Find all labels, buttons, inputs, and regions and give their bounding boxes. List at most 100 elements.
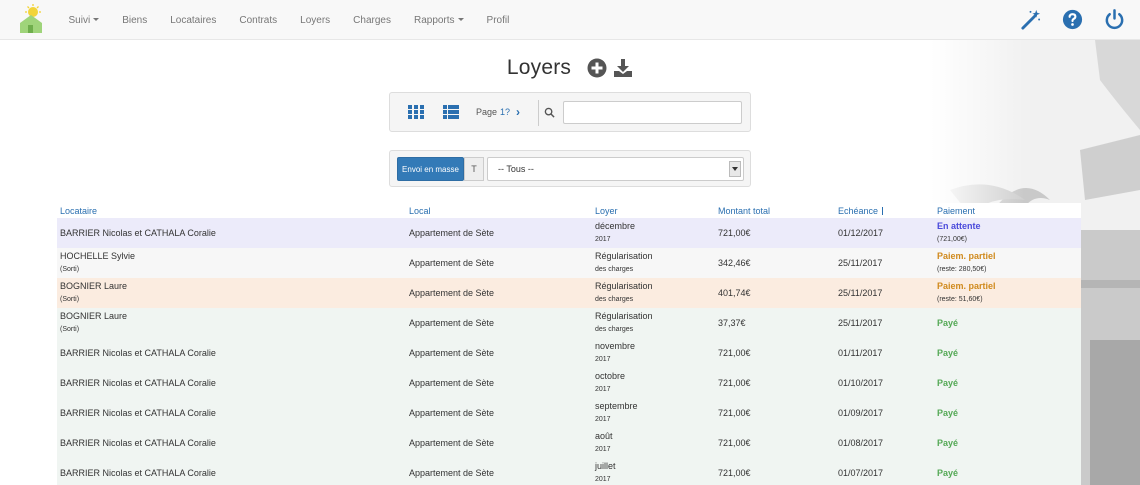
cell-paiement: Paiem. partiel (reste: 51,60€) bbox=[934, 278, 1081, 308]
loyer-line-2: 2017 bbox=[595, 416, 611, 423]
search-input[interactable] bbox=[563, 101, 742, 124]
page-header: Loyers bbox=[0, 56, 1140, 80]
loyer-line-2: 2017 bbox=[595, 476, 611, 483]
loyer-line-2: des charges bbox=[595, 326, 634, 333]
status-badge[interactable]: Payé bbox=[937, 407, 1078, 420]
download-icon[interactable] bbox=[613, 58, 633, 78]
cell-tenant: BARRIER Nicolas et CATHALA Coralie bbox=[57, 368, 406, 398]
tenant-name: BARRIER Nicolas et CATHALA Coralie bbox=[60, 377, 216, 388]
nav-biens[interactable]: Biens bbox=[111, 15, 159, 26]
nav-loyers[interactable]: Loyers bbox=[289, 15, 342, 26]
app-logo[interactable] bbox=[16, 3, 46, 35]
help-icon[interactable] bbox=[1061, 8, 1084, 31]
nav-contrats[interactable]: Contrats bbox=[228, 15, 289, 26]
cell-tenant: BOGNIER Laure (Sorti) bbox=[57, 308, 406, 338]
table-row[interactable]: BOGNIER Laure (Sorti) Appartement de Sète R… bbox=[57, 278, 1081, 308]
cell-paiement: Payé bbox=[934, 308, 1081, 338]
tenant-name: BARRIER Nicolas et CATHALA Coralie bbox=[60, 467, 216, 478]
cell-echeance: 25/11/2017 bbox=[835, 308, 934, 338]
cell-echeance: 01/07/2017 bbox=[835, 458, 934, 485]
power-icon[interactable] bbox=[1103, 8, 1126, 31]
page-number[interactable]: 1? bbox=[500, 107, 510, 117]
tenant-name: BOGNIER Laure bbox=[60, 311, 128, 321]
cell-paiement: Paiem. partiel (reste: 280,50€) bbox=[934, 248, 1081, 278]
cell-montant: 721,00€ bbox=[715, 368, 835, 398]
header-paiement[interactable]: Paiement bbox=[934, 203, 1081, 218]
table-row[interactable]: BARRIER Nicolas et CATHALA Coralie Appart… bbox=[57, 398, 1081, 428]
status-note: (721,00€) bbox=[937, 236, 967, 243]
nav-profil[interactable]: Profil bbox=[475, 15, 521, 26]
cell-tenant: BARRIER Nicolas et CATHALA Coralie bbox=[57, 398, 406, 428]
loyer-line-2: des charges bbox=[595, 296, 634, 303]
filter-icon[interactable]: T bbox=[464, 157, 484, 181]
cell-echeance: 25/11/2017 bbox=[835, 278, 934, 308]
header-local[interactable]: Local bbox=[406, 203, 592, 218]
pagination: Page 1? › bbox=[476, 106, 520, 118]
cell-montant: 37,37€ bbox=[715, 308, 835, 338]
cell-montant: 721,00€ bbox=[715, 428, 835, 458]
cell-loyer: août 2017 bbox=[592, 428, 715, 458]
header-montant[interactable]: Montant total bbox=[715, 203, 835, 218]
header-echeance[interactable]: Echéance bbox=[835, 203, 934, 218]
cell-loyer: septembre 2017 bbox=[592, 398, 715, 428]
loyer-line-1: décembre bbox=[595, 221, 636, 231]
next-page-icon[interactable]: › bbox=[516, 106, 520, 118]
cell-echeance: 01/11/2017 bbox=[835, 338, 934, 368]
table-header-row: Locataire Local Loyer Montant total Eché… bbox=[57, 203, 1081, 218]
loyer-line-2: 2017 bbox=[595, 236, 611, 243]
tenant-name: BOGNIER Laure bbox=[60, 281, 128, 291]
cell-paiement: Payé bbox=[934, 428, 1081, 458]
cell-loyer: octobre 2017 bbox=[592, 368, 715, 398]
tenant-name: BARRIER Nicolas et CATHALA Coralie bbox=[60, 437, 216, 448]
status-badge[interactable]: En attente bbox=[937, 220, 1078, 233]
table-row[interactable]: BARRIER Nicolas et CATHALA Coralie Appart… bbox=[57, 428, 1081, 458]
loyer-line-1: Régularisation bbox=[595, 281, 653, 291]
cell-montant: 721,00€ bbox=[715, 338, 835, 368]
magic-wand-icon[interactable] bbox=[1019, 8, 1042, 31]
top-navbar: Suivi Biens Locataires Contrats Loyers C… bbox=[0, 0, 1140, 40]
status-filter-select[interactable]: -- Tous -- bbox=[487, 157, 744, 181]
loyer-line-1: juillet bbox=[595, 461, 616, 471]
status-badge[interactable]: Payé bbox=[937, 347, 1078, 360]
list-view-icon[interactable] bbox=[441, 103, 461, 121]
bulk-send-button[interactable]: Envoi en masse bbox=[397, 157, 464, 181]
cell-loyer: Régularisation des charges bbox=[592, 308, 715, 338]
cell-echeance: 01/08/2017 bbox=[835, 428, 934, 458]
status-badge[interactable]: Payé bbox=[937, 467, 1078, 480]
table-row[interactable]: BARRIER Nicolas et CATHALA Coralie Appart… bbox=[57, 368, 1081, 398]
main-nav: Suivi Biens Locataires Contrats Loyers C… bbox=[57, 0, 521, 40]
status-badge[interactable]: Payé bbox=[937, 437, 1078, 450]
cell-montant: 342,46€ bbox=[715, 248, 835, 278]
cell-local: Appartement de Sète bbox=[406, 278, 592, 308]
nav-charges[interactable]: Charges bbox=[342, 15, 403, 26]
cell-tenant: BARRIER Nicolas et CATHALA Coralie bbox=[57, 218, 406, 248]
loyer-line-1: Régularisation bbox=[595, 311, 653, 321]
table-row[interactable]: HOCHELLE Sylvie (Sorti) Appartement de Sèt… bbox=[57, 248, 1081, 278]
cell-montant: 721,00€ bbox=[715, 218, 835, 248]
status-badge[interactable]: Payé bbox=[937, 317, 1078, 330]
cell-local: Appartement de Sète bbox=[406, 398, 592, 428]
tenant-name: BARRIER Nicolas et CATHALA Coralie bbox=[60, 227, 216, 238]
nav-suivi[interactable]: Suivi bbox=[57, 15, 111, 26]
status-badge[interactable]: Payé bbox=[937, 377, 1078, 390]
table-row[interactable]: BOGNIER Laure (Sorti) Appartement de Sète R… bbox=[57, 308, 1081, 338]
page-title: Loyers bbox=[506, 56, 572, 79]
nav-locataires[interactable]: Locataires bbox=[159, 15, 228, 26]
page-label: Page bbox=[476, 107, 498, 117]
table-row[interactable]: BARRIER Nicolas et CATHALA Coralie Appart… bbox=[57, 458, 1081, 485]
chevron-down-icon bbox=[93, 18, 100, 22]
table-row[interactable]: BARRIER Nicolas et CATHALA Coralie Appart… bbox=[57, 218, 1081, 248]
nav-actions bbox=[1019, 8, 1126, 31]
nav-rapports[interactable]: Rapports bbox=[402, 15, 475, 26]
loyer-line-2: 2017 bbox=[595, 386, 611, 393]
grid-view-icon[interactable] bbox=[406, 103, 426, 121]
cell-paiement: Payé bbox=[934, 368, 1081, 398]
status-badge[interactable]: Paiem. partiel bbox=[937, 280, 1078, 293]
status-filter-value: -- Tous -- bbox=[498, 164, 534, 174]
header-locataire[interactable]: Locataire bbox=[57, 203, 406, 218]
status-badge[interactable]: Paiem. partiel bbox=[937, 250, 1078, 263]
table-row[interactable]: BARRIER Nicolas et CATHALA Coralie Appart… bbox=[57, 338, 1081, 368]
cell-local: Appartement de Sète bbox=[406, 338, 592, 368]
header-loyer[interactable]: Loyer bbox=[592, 203, 715, 218]
add-circle-icon[interactable] bbox=[587, 58, 607, 78]
